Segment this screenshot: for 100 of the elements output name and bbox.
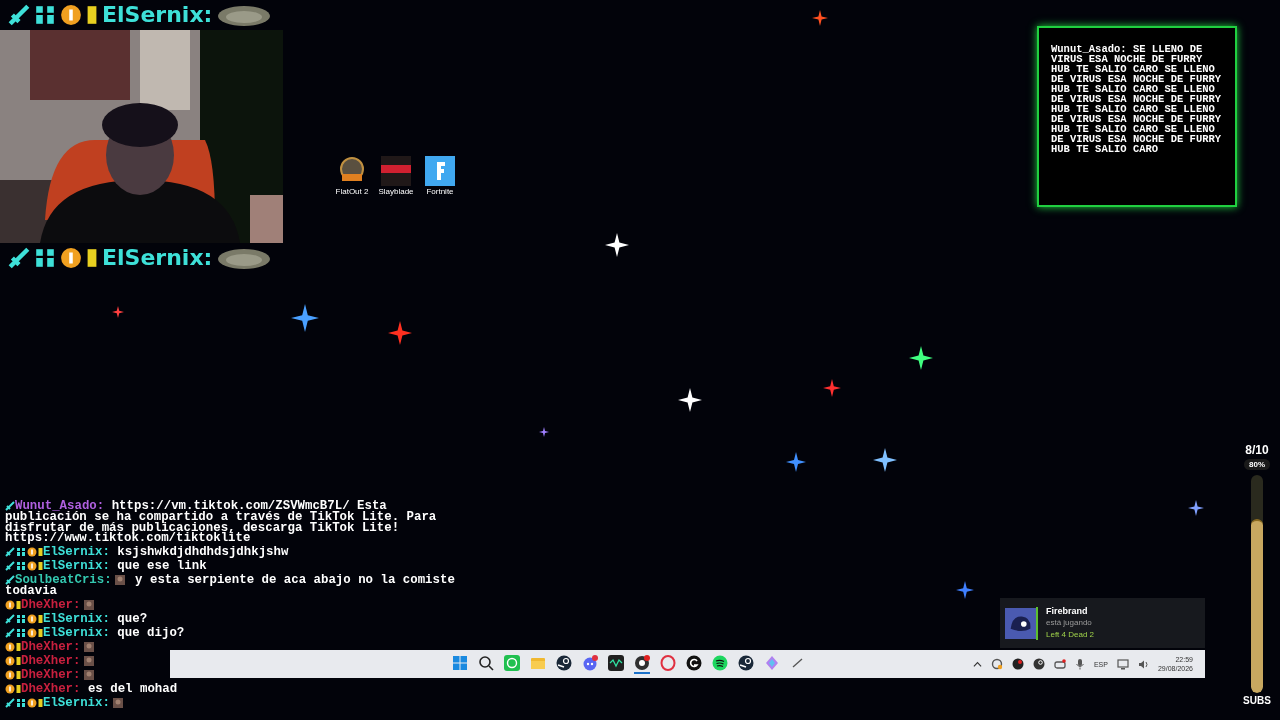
pixel-badge-icon — [34, 247, 56, 269]
audio-app-icon[interactable] — [608, 654, 624, 671]
sword-badge-icon — [5, 575, 15, 586]
bar-badge-icon — [16, 669, 21, 680]
gaming-app-icon[interactable] — [686, 654, 702, 671]
bar-badge-icon — [16, 641, 21, 652]
steam-icon[interactable] — [1032, 658, 1045, 670]
sword-badge-icon — [5, 697, 15, 708]
speaker-icon[interactable] — [1137, 658, 1149, 670]
microphone-icon[interactable] — [1074, 658, 1085, 670]
network-icon[interactable] — [1116, 658, 1129, 670]
headset-icon[interactable] — [1053, 658, 1066, 670]
streamer-name: ElSernix: — [102, 4, 213, 26]
coin-badge-icon — [5, 655, 15, 666]
desktop-shortcut[interactable]: FlatOut 2 — [330, 156, 374, 196]
emote-icon — [216, 247, 273, 269]
tray-app-icon[interactable] — [1011, 658, 1024, 670]
coin-badge-icon — [27, 613, 37, 624]
emote-icon — [216, 4, 273, 26]
chevron-up-icon[interactable] — [972, 659, 982, 669]
coin-badge-icon — [5, 669, 15, 680]
chat-message: ElSernix: que dijo? — [5, 627, 185, 639]
discord-icon[interactable] — [582, 654, 598, 671]
star-icon — [605, 233, 629, 257]
chat-message: DheXher: es del mohad — [5, 683, 178, 695]
chat-message: SoulbeatCris: y esta serpiente de aca abajo no la comiste todavia — [5, 575, 456, 597]
coin-badge-icon — [5, 641, 15, 652]
bar-badge-icon — [38, 613, 43, 624]
browser-icon[interactable] — [660, 654, 676, 671]
star-icon — [823, 379, 841, 397]
sword-badge-icon — [5, 627, 15, 638]
bar-badge-icon — [16, 683, 21, 694]
star-icon — [786, 452, 806, 472]
chat-message: Wunut_Asado: https://vm.tiktok.com/ZSVWmcB7L/ Esta publicación se ha compartido a través de TikTok Lite. Para disfrutar de más publicaciones, descarga TikTok Lite! https://www.tiktok.com/tiktoklite — [5, 501, 438, 545]
bar-badge-icon — [38, 697, 43, 708]
star-icon — [909, 346, 933, 370]
chat-message: DheXher: — [5, 655, 97, 667]
pixel-badge-icon — [16, 697, 26, 708]
chat-message: ElSernix: — [5, 697, 126, 709]
bar-badge-icon — [16, 599, 21, 610]
steam-icon[interactable] — [556, 654, 572, 671]
coin-badge-icon — [5, 683, 15, 694]
pixel-badge-icon — [34, 4, 56, 26]
star-icon — [873, 448, 897, 472]
coin-badge-icon — [5, 599, 15, 610]
pixel-badge-icon — [16, 627, 26, 638]
bar-badge-icon — [38, 561, 43, 572]
coin-badge-icon — [27, 561, 37, 572]
coin-badge-icon — [27, 627, 37, 638]
chat-message: ElSernix: que ese link — [5, 561, 207, 573]
desktop-shortcut[interactable]: Slayblade — [374, 156, 418, 196]
star-icon — [291, 304, 319, 332]
star-icon — [678, 388, 702, 412]
chat-message: DheXher: — [5, 641, 97, 653]
coin-badge-icon — [27, 547, 37, 558]
friend-name: Firebrand — [1046, 605, 1089, 617]
streamer-name: ElSernix: — [102, 247, 213, 269]
chat-message: DheXher: — [5, 669, 97, 681]
goal-count: 8/10 — [1245, 444, 1269, 456]
star-icon — [388, 321, 412, 345]
star-icon — [539, 427, 549, 437]
bar-badge-icon — [38, 627, 43, 638]
recording-app-icon[interactable] — [634, 654, 650, 671]
pixel-badge-icon — [16, 613, 26, 624]
coin-badge-icon — [60, 4, 82, 26]
sync-icon[interactable] — [990, 658, 1003, 670]
bar-badge-icon — [86, 4, 98, 26]
star-icon — [956, 581, 974, 599]
search-icon[interactable] — [478, 654, 494, 671]
coin-badge-icon — [27, 697, 37, 708]
sword-badge-icon — [5, 613, 15, 624]
coin-badge-icon — [60, 247, 82, 269]
star-icon — [1188, 500, 1204, 516]
sword-badge-icon — [8, 4, 30, 26]
bar-badge-icon — [16, 655, 21, 666]
start-icon[interactable] — [452, 654, 468, 671]
friend-status: está jugando — [1046, 617, 1093, 629]
chat-message: ElSernix: ksjshwkdjdhdhdsjdhkjshw — [5, 547, 289, 559]
pixel-badge-icon — [16, 561, 26, 572]
sword-badge-icon — [5, 561, 15, 572]
music-app-icon[interactable] — [712, 654, 728, 671]
sword-badge-icon — [5, 501, 15, 511]
sword-badge-icon — [8, 247, 30, 269]
star-icon — [812, 10, 828, 26]
game-name: Left 4 Dead 2 — [1046, 629, 1095, 641]
chat-message: ElSernix: que? — [5, 613, 148, 625]
star-icon — [112, 306, 124, 318]
goal-percent: 80% — [1244, 459, 1270, 470]
avatar-icon — [1005, 606, 1038, 640]
steam-icon[interactable] — [738, 654, 754, 671]
pixel-badge-icon — [16, 547, 26, 558]
bar-badge-icon — [86, 247, 98, 269]
desktop-shortcut[interactable]: Fortnite — [418, 156, 462, 196]
alert-message: Wunut_Asado: SE LLENO DE VIRUS ESA NOCHE DE FURRY HUB TE SALIO CARO SE LLENO DE VIRUS ESA NOCHE DE FURRY HUB TE SALIO CARO SE LLENO DE VIRUS ESA NOCHE DE FURRY HUB TE SALIO CARO SE LLENO DE VIRUS ESA NOCHE DE FURRY HUB TE SALIO CARO SE LLENO DE VIRUS ESA NOCHE DE FURRY HUB TE SALIO CARO — [1051, 44, 1223, 154]
goal-label: SUBS — [1243, 696, 1271, 706]
game-logo-icon — [425, 156, 455, 186]
chat-message: DheXher: — [5, 599, 97, 611]
sword-badge-icon — [5, 547, 15, 558]
game-logo-icon — [381, 156, 411, 186]
bar-badge-icon — [38, 547, 43, 558]
